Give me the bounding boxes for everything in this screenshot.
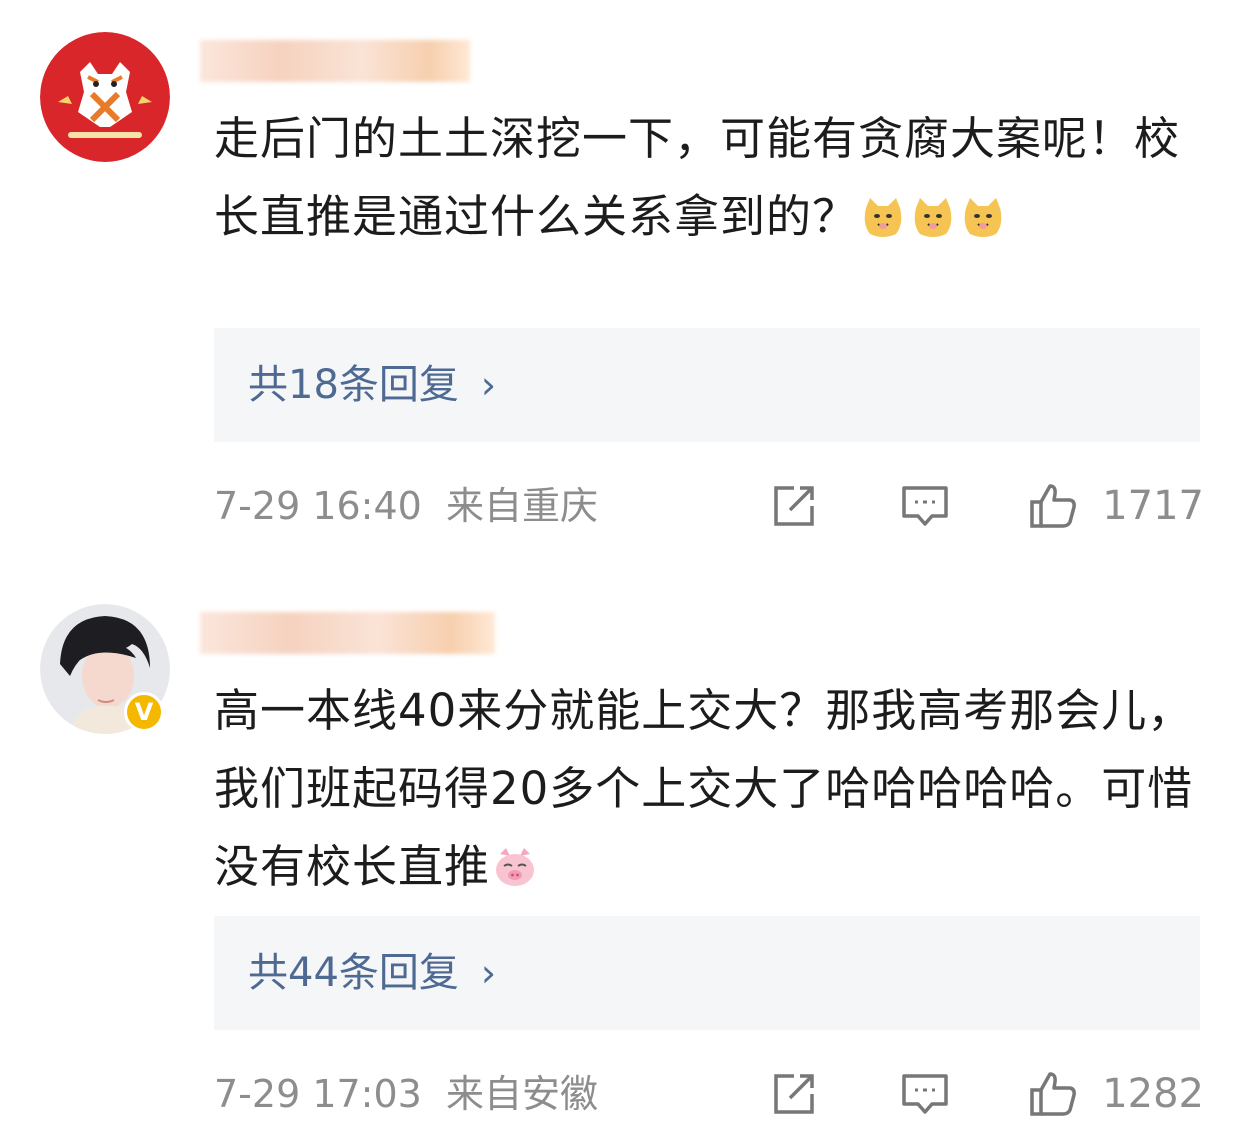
username-blurred[interactable]: [200, 40, 470, 82]
like-count: 1717: [1102, 483, 1204, 529]
thumbs-up-icon[interactable]: [1028, 482, 1078, 530]
timestamp-location: 7-29 17:03 来自安徽: [214, 1064, 598, 1124]
replies-count-label: 共18条回复: [248, 362, 459, 408]
comment-icon[interactable]: [900, 482, 950, 530]
verified-badge-icon: V: [124, 692, 164, 732]
replies-count-label: 共44条回复: [248, 950, 459, 996]
reply-summary[interactable]: 共18条回复 ›: [214, 328, 1200, 442]
reply-summary[interactable]: 共44条回复 ›: [214, 916, 1200, 1030]
view-replies-link[interactable]: 共18条回复 ›: [248, 358, 496, 412]
share-icon[interactable]: [768, 482, 818, 530]
comment-text: 高一本线40来分就能上交大？那我高考那会儿，我们班起码得20多个上交大了哈哈哈哈…: [214, 684, 1194, 893]
comment-location: 来自安徽: [446, 1072, 599, 1116]
chevron-right-icon: ›: [480, 363, 497, 407]
share-icon[interactable]: [768, 1070, 818, 1118]
comment-text: 走后门的土土深挖一下，可能有贪腐大案呢！校长直推是通过什么关系拿到的？: [214, 112, 1181, 243]
comment-location: 来自重庆: [446, 484, 599, 528]
comment-icon[interactable]: [900, 1070, 950, 1118]
doge-emoji-icon: [864, 198, 902, 237]
like-count: 1282: [1102, 1071, 1204, 1117]
view-replies-link[interactable]: 共44条回复 ›: [248, 946, 496, 1000]
thumbs-up-icon[interactable]: [1028, 1070, 1078, 1118]
doge-emoji-icon: [964, 198, 1002, 237]
comment-date: 7-29 16:40: [214, 484, 422, 528]
comment-meta: 7-29 17:03 来自安徽 1282: [214, 1064, 1204, 1124]
avatar[interactable]: [40, 32, 170, 162]
chevron-right-icon: ›: [480, 951, 497, 995]
pig-emoji-icon: [496, 848, 535, 886]
tiger-avatar-icon: [40, 32, 170, 162]
timestamp-location: 7-29 16:40 来自重庆: [214, 476, 598, 536]
doge-emoji-icon: [914, 198, 952, 237]
comment-date: 7-29 17:03: [214, 1072, 422, 1116]
comment-meta: 7-29 16:40 来自重庆 1717: [214, 476, 1204, 536]
username-blurred[interactable]: [200, 612, 495, 654]
